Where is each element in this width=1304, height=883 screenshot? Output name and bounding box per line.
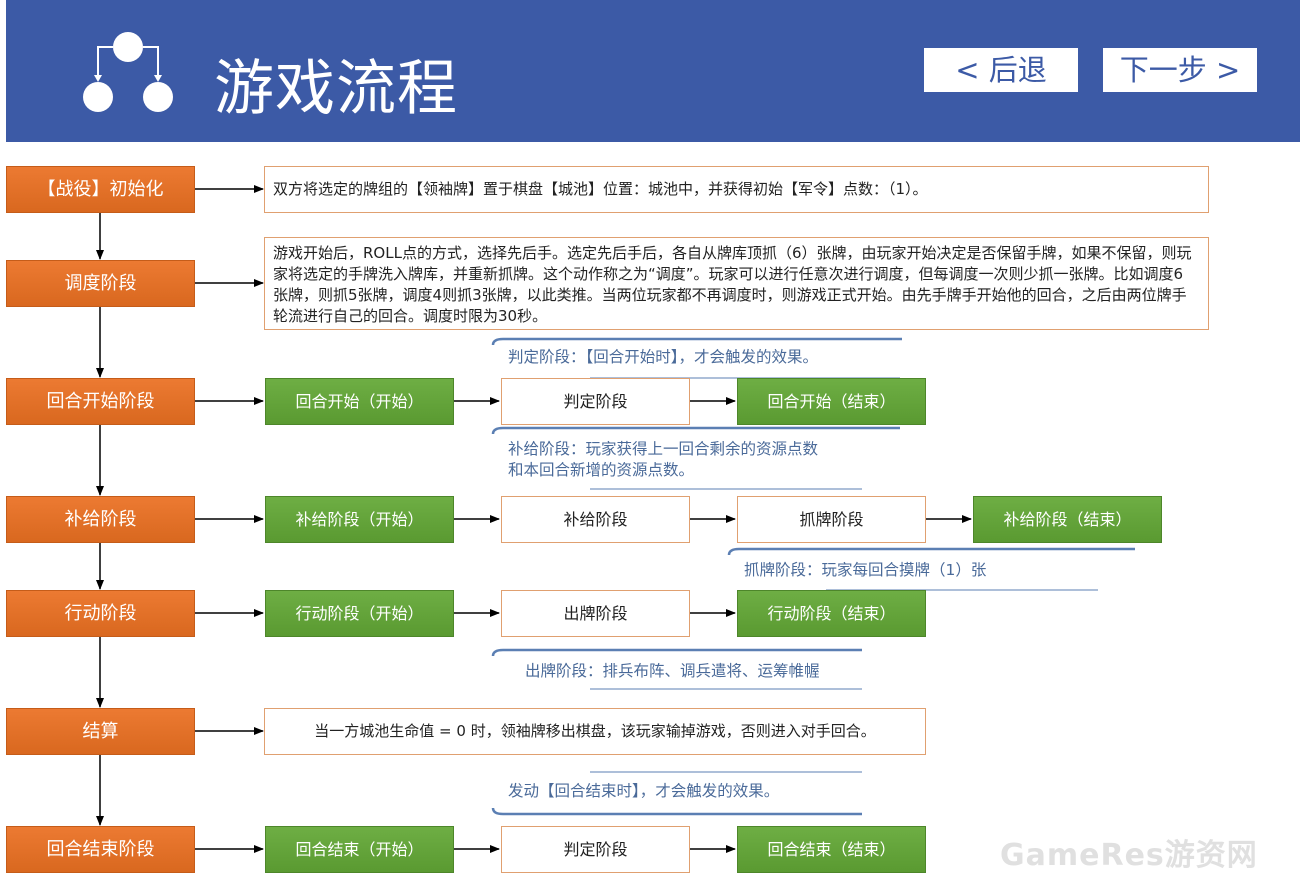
stage-action: 行动阶段 — [6, 590, 195, 637]
note-supply-line2: 和本回合新增的资源点数。 — [508, 461, 695, 479]
action-begin: 行动阶段（开始） — [265, 590, 454, 637]
turn-end-begin: 回合结束（开始） — [265, 826, 454, 873]
stage-mulligan: 调度阶段 — [6, 260, 195, 307]
turn-end-judge: 判定阶段 — [501, 826, 690, 873]
supply-step: 补给阶段 — [501, 496, 690, 543]
stage-turn-start: 回合开始阶段 — [6, 378, 195, 425]
note-judge: 判定阶段：【回合开始时】，才会触发的效果。 — [508, 348, 819, 366]
turn-start-judge: 判定阶段 — [501, 378, 690, 425]
turn-end-end: 回合结束（结束） — [737, 826, 926, 873]
stage-supply: 补给阶段 — [6, 496, 195, 543]
note-end: 发动【回合结束时】，才会触发的效果。 — [508, 782, 780, 800]
note-play: 出牌阶段：排兵布阵、调兵遣将、运筹帷幄 — [525, 662, 820, 680]
stage-turn-end: 回合结束阶段 — [6, 826, 195, 873]
init-description: 双方将选定的牌组的【领袖牌】置于棋盘【城池】位置：城池中，并获得初始【军令】点数… — [264, 166, 1209, 213]
mulligan-description: 游戏开始后，ROLL点的方式，选择先后手。选定先后手后，各自从牌库顶抓（6）张牌… — [264, 237, 1209, 330]
play-step: 出牌阶段 — [501, 590, 690, 637]
supply-begin: 补给阶段（开始） — [265, 496, 454, 543]
draw-step: 抓牌阶段 — [737, 496, 926, 543]
stage-settle: 结算 — [6, 708, 195, 755]
note-supply-line1: 补给阶段：玩家获得上一回合剩余的资源点数 — [508, 440, 819, 458]
turn-start-begin: 回合开始（开始） — [265, 378, 454, 425]
action-end: 行动阶段（结束） — [737, 590, 926, 637]
stage-init: 【战役】初始化 — [6, 166, 195, 213]
turn-start-end: 回合开始（结束） — [737, 378, 926, 425]
watermark: GameRes游资网 — [1000, 838, 1258, 873]
note-draw: 抓牌阶段：玩家每回合摸牌（1）张 — [744, 561, 987, 579]
settle-description: 当一方城池生命值 = 0 时，领袖牌移出棋盘，该玩家输掉游戏，否则进入对手回合。 — [264, 708, 926, 755]
supply-end: 补给阶段（结束） — [973, 496, 1162, 543]
